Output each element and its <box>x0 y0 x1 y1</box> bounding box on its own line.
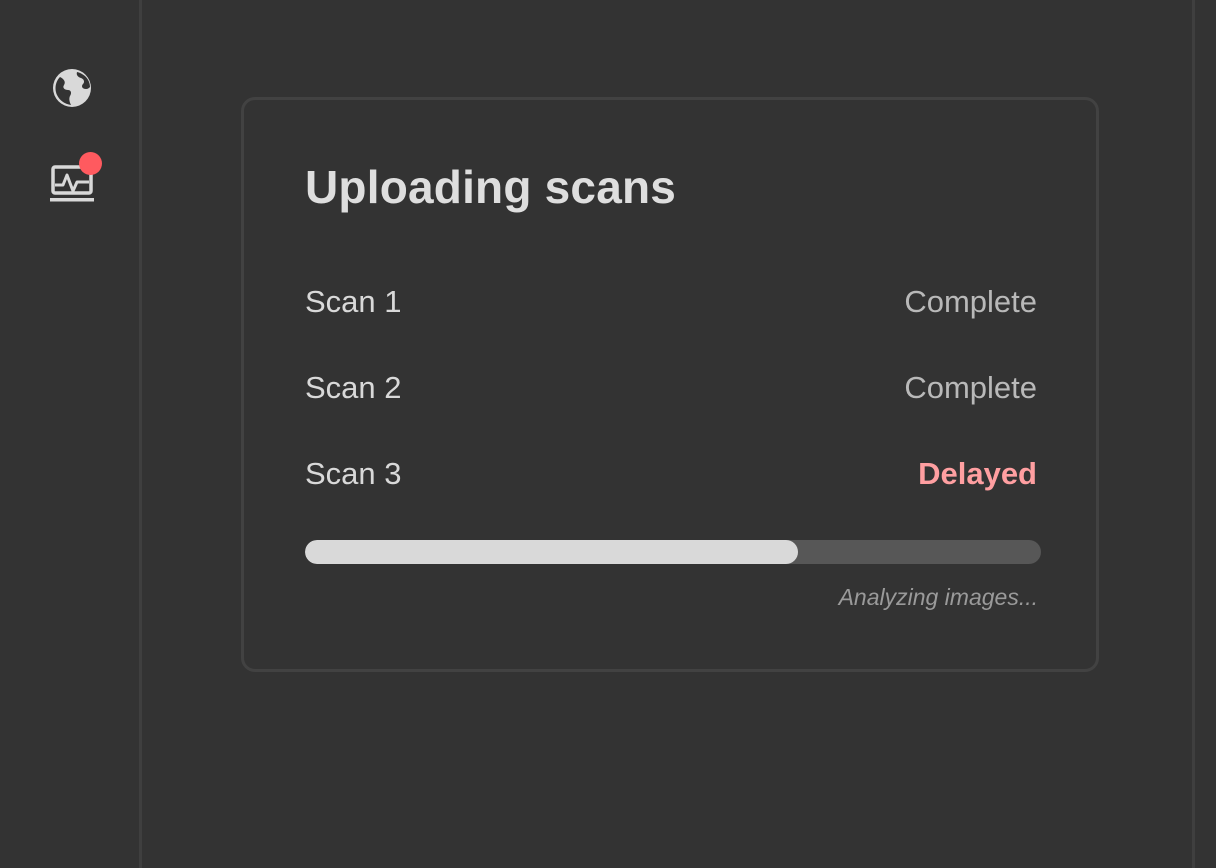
notification-dot <box>79 152 102 175</box>
scan-row: Scan 1 Complete <box>305 282 1037 322</box>
scan-row: Scan 3 Delayed <box>305 454 1037 494</box>
sidebar <box>0 0 142 868</box>
progress-bar <box>305 540 1041 564</box>
scan-status: Complete <box>904 284 1037 319</box>
scan-label: Scan 3 <box>305 456 402 491</box>
sidebar-item-globe[interactable] <box>48 64 96 112</box>
scan-label: Scan 1 <box>305 284 402 319</box>
globe-icon <box>53 69 91 107</box>
scan-status-delayed: Delayed <box>918 456 1037 491</box>
scan-row: Scan 2 Complete <box>305 368 1037 408</box>
progress-fill <box>305 540 799 564</box>
card-title: Uploading scans <box>305 161 677 213</box>
divider <box>1192 0 1195 868</box>
scan-label: Scan 2 <box>305 370 402 405</box>
scan-status: Complete <box>904 370 1037 405</box>
upload-card: Uploading scans Scan 1 Complete Scan 2 C… <box>241 97 1099 672</box>
progress-caption: Analyzing images... <box>838 584 1038 610</box>
